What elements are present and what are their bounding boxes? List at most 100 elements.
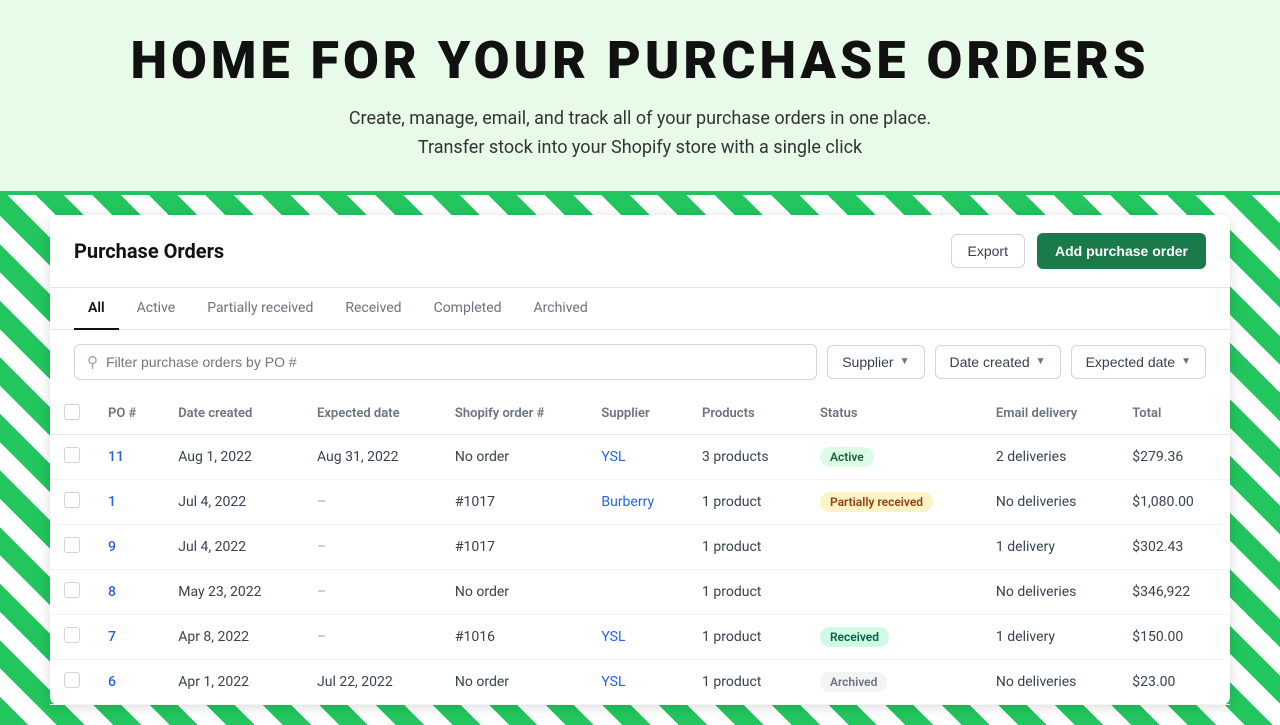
status-badge: Received — [820, 627, 889, 647]
products-cell: 1 product — [688, 659, 806, 704]
hero-banner: HOME FOR YOUR PURCHASE ORDERS Create, ma… — [0, 0, 1280, 195]
expected-date-filter-button[interactable]: Expected date ▼ — [1071, 345, 1206, 379]
search-icon: ⚲ — [87, 353, 98, 371]
hero-title: HOME FOR YOUR PURCHASE ORDERS — [20, 30, 1260, 91]
total-cell: $150.00 — [1118, 614, 1230, 659]
email-delivery-cell: No deliveries — [982, 569, 1118, 614]
filter-row: ⚲ Supplier ▼ Date created ▼ Expected dat… — [50, 330, 1230, 394]
shopify-order-cell: #1016 — [441, 614, 587, 659]
email-delivery-cell: 1 delivery — [982, 524, 1118, 569]
shopify-order-cell: No order — [441, 434, 587, 479]
hero-subtitle: Create, manage, email, and track all of … — [20, 105, 1260, 163]
supplier-cell — [587, 569, 688, 614]
email-delivery-cell: No deliveries — [982, 479, 1118, 524]
row-checkbox[interactable] — [64, 582, 80, 598]
table-row: 8 May 23, 2022 – No order 1 product No d… — [50, 569, 1230, 614]
select-all-checkbox[interactable] — [64, 404, 80, 420]
supplier-cell — [587, 524, 688, 569]
tab-all[interactable]: All — [74, 288, 119, 330]
card-header: Purchase Orders Export Add purchase orde… — [50, 215, 1230, 288]
po-link[interactable]: 11 — [108, 449, 124, 465]
striped-background: Purchase Orders Export Add purchase orde… — [0, 195, 1280, 725]
supplier-link[interactable]: YSL — [601, 629, 625, 645]
total-cell: $346,922 — [1118, 569, 1230, 614]
tab-partially-received[interactable]: Partially received — [193, 288, 327, 330]
col-shopify-order: Shopify order # — [441, 394, 587, 435]
shopify-order-cell: #1017 — [441, 524, 587, 569]
date-created-cell: Aug 1, 2022 — [164, 434, 303, 479]
products-cell: 3 products — [688, 434, 806, 479]
email-delivery-cell: 2 deliveries — [982, 434, 1118, 479]
products-cell: 1 product — [688, 524, 806, 569]
supplier-filter-button[interactable]: Supplier ▼ — [827, 345, 924, 379]
date-created-filter-button[interactable]: Date created ▼ — [935, 345, 1061, 379]
expected-date-cell: – — [303, 569, 441, 614]
col-supplier: Supplier — [587, 394, 688, 435]
supplier-link[interactable]: YSL — [601, 674, 625, 690]
search-box[interactable]: ⚲ — [74, 344, 817, 380]
date-created-cell: May 23, 2022 — [164, 569, 303, 614]
tabs-bar: All Active Partially received Received C… — [50, 288, 1230, 330]
total-cell: $1,080.00 — [1118, 479, 1230, 524]
status-badge: Archived — [820, 672, 887, 692]
supplier-link[interactable]: Burberry — [601, 494, 654, 510]
supplier-link[interactable]: YSL — [601, 449, 625, 465]
products-cell: 1 product — [688, 479, 806, 524]
add-purchase-order-button[interactable]: Add purchase order — [1037, 233, 1206, 269]
row-checkbox[interactable] — [64, 447, 80, 463]
chevron-down-icon: ▼ — [1181, 356, 1191, 367]
chevron-down-icon: ▼ — [1036, 356, 1046, 367]
po-link[interactable]: 9 — [108, 539, 116, 555]
row-checkbox[interactable] — [64, 492, 80, 508]
tab-archived[interactable]: Archived — [520, 288, 602, 330]
header-actions: Export Add purchase order — [951, 233, 1207, 269]
date-created-cell: Apr 1, 2022 — [164, 659, 303, 704]
tab-completed[interactable]: Completed — [420, 288, 516, 330]
total-cell: $23.00 — [1118, 659, 1230, 704]
row-checkbox[interactable] — [64, 672, 80, 688]
expected-date-cell: – — [303, 524, 441, 569]
total-cell: $279.36 — [1118, 434, 1230, 479]
po-link[interactable]: 7 — [108, 629, 116, 645]
table-wrapper: PO # Date created Expected date Shopify … — [50, 394, 1230, 705]
col-email-delivery: Email delivery — [982, 394, 1118, 435]
row-checkbox[interactable] — [64, 627, 80, 643]
shopify-order-cell: No order — [441, 659, 587, 704]
status-badge: Active — [820, 447, 874, 467]
status-badge: Partially received — [820, 492, 933, 512]
email-delivery-cell: 1 delivery — [982, 614, 1118, 659]
po-link[interactable]: 1 — [108, 494, 116, 510]
products-cell: 1 product — [688, 569, 806, 614]
col-date-created: Date created — [164, 394, 303, 435]
col-total: Total — [1118, 394, 1230, 435]
po-link[interactable]: 6 — [108, 674, 116, 690]
date-created-cell: Jul 4, 2022 — [164, 524, 303, 569]
expected-date-cell: – — [303, 614, 441, 659]
shopify-order-cell: No order — [441, 569, 587, 614]
table-row: 1 Jul 4, 2022 – #1017 Burberry 1 product… — [50, 479, 1230, 524]
shopify-order-cell: #1017 — [441, 479, 587, 524]
expected-date-cell: Jul 22, 2022 — [303, 659, 441, 704]
main-card: Purchase Orders Export Add purchase orde… — [50, 215, 1230, 705]
table-row: 7 Apr 8, 2022 – #1016 YSL 1 product Rece… — [50, 614, 1230, 659]
search-input[interactable] — [106, 354, 804, 370]
page-title: Purchase Orders — [74, 239, 224, 263]
purchase-orders-table: PO # Date created Expected date Shopify … — [50, 394, 1230, 705]
status-cell — [806, 569, 982, 614]
chevron-down-icon: ▼ — [900, 356, 910, 367]
date-created-cell: Apr 8, 2022 — [164, 614, 303, 659]
table-row: 11 Aug 1, 2022 Aug 31, 2022 No order YSL… — [50, 434, 1230, 479]
col-expected-date: Expected date — [303, 394, 441, 435]
table-row: 9 Jul 4, 2022 – #1017 1 product 1 delive… — [50, 524, 1230, 569]
col-status: Status — [806, 394, 982, 435]
tab-active[interactable]: Active — [123, 288, 190, 330]
email-delivery-cell: No deliveries — [982, 659, 1118, 704]
export-button[interactable]: Export — [951, 234, 1025, 268]
row-checkbox[interactable] — [64, 537, 80, 553]
po-link[interactable]: 8 — [108, 584, 116, 600]
expected-date-cell: – — [303, 479, 441, 524]
total-cell: $302.43 — [1118, 524, 1230, 569]
expected-date-cell: Aug 31, 2022 — [303, 434, 441, 479]
col-products: Products — [688, 394, 806, 435]
tab-received[interactable]: Received — [331, 288, 415, 330]
